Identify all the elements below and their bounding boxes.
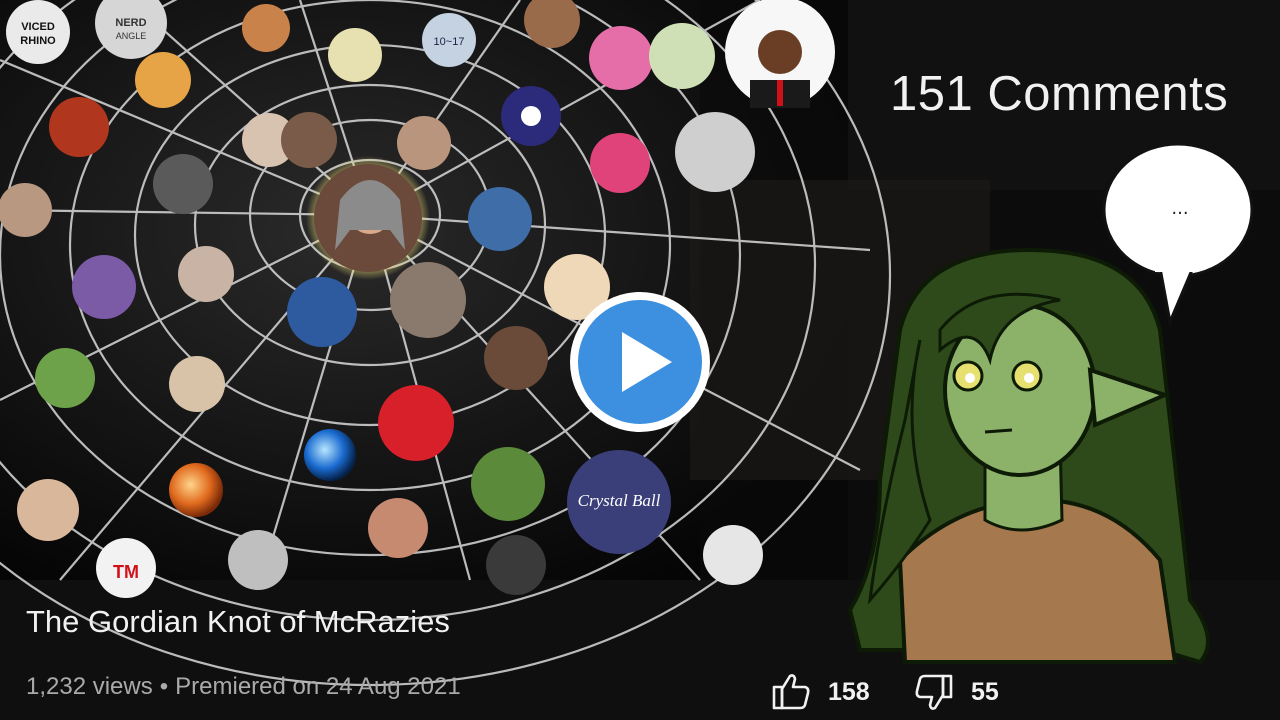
avatar-rabbit-boxer [471, 447, 545, 521]
video-meta: 1,232 views • Premiered on 24 Aug 2021 [26, 673, 461, 701]
avatar-man-red-tie-tie [777, 80, 783, 106]
avatar-nerd-angle-label2: ANGLE [116, 31, 147, 41]
like-button[interactable]: 158 [772, 670, 870, 714]
avatar-morgan [484, 326, 548, 390]
avatar-cartoon-glasses [649, 23, 715, 89]
avatar-viced-rhino-label: VICED [21, 21, 55, 33]
avatar-mask-man [0, 183, 52, 237]
avatar-old-man-glasses [17, 479, 79, 541]
avatar-astronaut [287, 277, 357, 347]
premiere-date: Premiered on 24 Aug 2021 [175, 673, 461, 700]
avatar-raccoon [228, 530, 288, 590]
dislike-button[interactable]: 55 [915, 670, 999, 714]
avatar-balding-man [397, 116, 451, 170]
meta-separator: • [159, 673, 169, 700]
avatar-pink-hair [589, 26, 653, 90]
avatar-sunglasses-lady [486, 535, 546, 595]
avatar-tm-label: TM [113, 562, 139, 582]
avatar-man-phone [468, 187, 532, 251]
like-count: 158 [828, 677, 870, 706]
play-button[interactable] [566, 288, 714, 436]
avatar-viced-rhino-label2: RHINO [20, 35, 56, 47]
avatar-kangaroo [35, 348, 95, 408]
avatar-man-red-shirt [368, 498, 428, 558]
avatar-man-red-tie-face [758, 30, 802, 74]
avatar-masked-woman [178, 246, 234, 302]
avatar-bearded-man [281, 112, 337, 168]
avatar-red-cartoon [378, 385, 454, 461]
video-title[interactable]: The Gordian Knot of McRazies [26, 604, 450, 640]
speech-bubble-text: ... [1171, 198, 1189, 219]
avatar-crystal-ball-label: Crystal Ball [578, 491, 661, 510]
view-count: 1,232 views [26, 673, 153, 700]
elf-mouth [984, 428, 1013, 434]
avatar-green-leaf [328, 28, 382, 82]
avatar-fish [135, 52, 191, 108]
avatar-blue-orb [304, 429, 356, 481]
avatar-candle [49, 97, 109, 157]
comments-count-overlay: 151 Comments [890, 67, 1229, 121]
avatar-planet [169, 463, 223, 517]
dislike-count: 55 [971, 677, 999, 706]
avatar-purple-cat [72, 255, 136, 319]
avatar-sunglasses-man [675, 112, 755, 192]
avatar-white-photo [703, 525, 763, 585]
avatar-colorful-2 [590, 133, 650, 193]
avatar-cartoon-beard [169, 356, 225, 412]
avatar-blonde-grey [153, 154, 213, 214]
avatar-fur-animal [390, 262, 466, 338]
avatar-nerd-angle-label: NERD [115, 17, 146, 29]
avatar-red-hair [242, 4, 290, 52]
avatar-flower-center [521, 106, 541, 126]
avatar-10-17-label: 10~17 [434, 36, 465, 48]
